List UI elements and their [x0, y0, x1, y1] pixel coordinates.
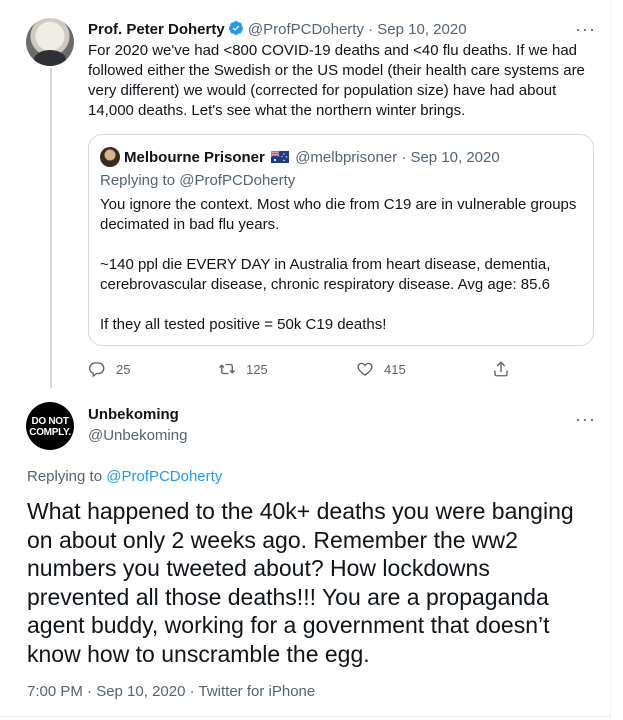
quoted-tweet-text: You ignore the context. Most who die fro…: [100, 196, 577, 333]
avatar-text: DO NOT COMPLY.: [29, 416, 71, 438]
reply-count: 25: [116, 361, 131, 377]
tweet-parent[interactable]: Prof. Peter Doherty @ProfPCDoherty · Sep…: [0, 0, 610, 392]
divider: [0, 716, 610, 717]
quoted-replying-to: Replying to @ProfPCDoherty: [100, 172, 296, 189]
reply-button[interactable]: 25: [88, 358, 130, 380]
retweet-count: 125: [246, 361, 268, 377]
retweet-icon: [219, 363, 235, 375]
verified-badge-icon: [228, 21, 243, 35]
tweet-header: Prof. Peter Doherty @ProfPCDoherty · Sep…: [88, 20, 467, 39]
author-name[interactable]: Prof. Peter Doherty: [88, 21, 225, 38]
tweet-text: For 2020 we've had <800 COVID-19 deaths …: [88, 42, 585, 119]
tweet-timestamp-source[interactable]: 7:00 PM · Sep 10, 2020 · Twitter for iPh…: [27, 682, 315, 702]
australia-flag-icon: [271, 151, 290, 163]
like-button[interactable]: 415: [356, 358, 406, 380]
replying-to: Replying to @ProfPCDoherty: [27, 467, 222, 487]
more-icon[interactable]: ···: [575, 410, 596, 428]
replying-to-label: Replying to: [27, 468, 103, 485]
like-count: 415: [384, 361, 406, 377]
reply-icon: [88, 362, 105, 378]
share-icon: [494, 361, 508, 377]
quoted-author-handle-date: @melbprisoner · Sep 10, 2020: [295, 149, 500, 166]
avatar[interactable]: DO NOT COMPLY.: [26, 402, 74, 450]
quoted-tweet[interactable]: Melbourne Prisoner @melbprisoner · Sep 1…: [88, 134, 594, 346]
scrollbar-gutter[interactable]: [610, 0, 623, 720]
avatar: [100, 147, 120, 167]
author-handle-date[interactable]: @ProfPCDoherty · Sep 10, 2020: [248, 21, 467, 38]
share-button[interactable]: [492, 358, 510, 380]
retweet-button[interactable]: 125: [218, 358, 268, 380]
tweet-focused[interactable]: DO NOT COMPLY. Unbekoming @Unbekoming ··…: [0, 392, 610, 720]
tweet-text: What happened to the 40k+ deaths you wer…: [27, 498, 574, 667]
tweet-actions: 25 125 415: [88, 358, 518, 380]
avatar[interactable]: [26, 18, 74, 66]
quoted-tweet-header: Melbourne Prisoner @melbprisoner · Sep 1…: [100, 147, 500, 168]
replying-to-handle-link[interactable]: @ProfPCDoherty: [106, 468, 222, 485]
quoted-author-name: Melbourne Prisoner: [124, 149, 265, 166]
author-name[interactable]: Unbekoming: [88, 406, 179, 424]
author-handle[interactable]: @Unbekoming: [88, 427, 187, 445]
like-icon: [357, 362, 373, 376]
more-icon[interactable]: ···: [575, 20, 596, 38]
